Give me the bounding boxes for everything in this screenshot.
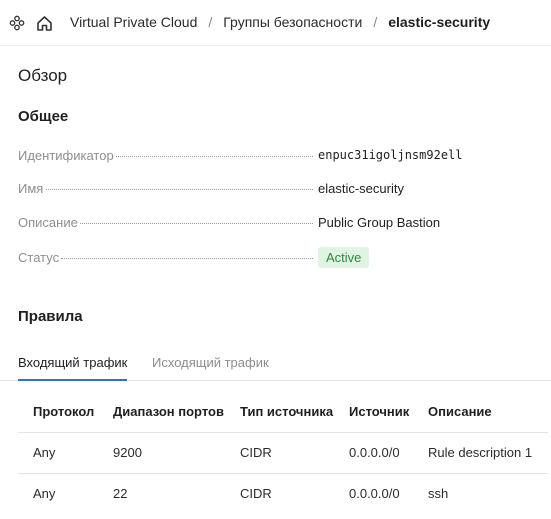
breadcrumb-separator: / <box>208 14 213 30</box>
property-row-name: Имя elastic-security <box>18 176 478 200</box>
property-value-name: elastic-security <box>318 180 404 196</box>
column-header-source[interactable]: Источник <box>334 391 413 433</box>
dotted-leader <box>61 258 313 259</box>
column-header-description[interactable]: Описание <box>413 391 548 433</box>
home-icon[interactable] <box>34 13 54 33</box>
property-value-description: Public Group Bastion <box>318 214 441 230</box>
dotted-leader <box>116 156 313 157</box>
services-icon[interactable] <box>7 13 27 33</box>
table-header-row: Протокол Диапазон портов Тип источника И… <box>18 391 548 433</box>
section-title-general: Общее <box>18 108 69 125</box>
status-badge: Active <box>318 246 370 268</box>
breadcrumb-security-groups[interactable]: Группы безопасности <box>223 14 362 30</box>
property-key: Имя <box>18 180 44 196</box>
section-title-rules: Правила <box>18 308 83 325</box>
cell-port-range: 9200 <box>98 432 225 474</box>
property-row-status: Статус Active <box>18 245 478 269</box>
property-key: Описание <box>18 214 78 230</box>
cell-source: 0.0.0.0/0 <box>334 432 413 474</box>
rules-table: Протокол Диапазон портов Тип источника И… <box>18 391 548 514</box>
property-value-status: Active <box>318 246 370 268</box>
cell-protocol: Any <box>18 432 98 474</box>
property-row-id: Идентификатор enpuc31igoljnsm92ell <box>18 143 478 167</box>
tab-ingress[interactable]: Входящий трафик <box>18 355 128 381</box>
breadcrumb: Virtual Private Cloud / Группы безопасно… <box>70 14 490 30</box>
breadcrumb-separator: / <box>373 14 378 30</box>
cell-source-type: CIDR <box>225 432 334 474</box>
rules-tabs: Входящий трафик Исходящий трафик <box>0 350 551 381</box>
dotted-leader <box>80 223 313 224</box>
tab-egress[interactable]: Исходящий трафик <box>152 355 269 381</box>
column-header-protocol[interactable]: Протокол <box>18 391 98 433</box>
property-value-id: enpuc31igoljnsm92ell <box>318 148 463 162</box>
property-key: Идентификатор <box>18 147 114 163</box>
page-title: Обзор <box>18 66 68 85</box>
column-header-port-range[interactable]: Диапазон портов <box>98 391 225 433</box>
cell-source-type: CIDR <box>240 486 272 502</box>
top-bar: Virtual Private Cloud / Группы безопасно… <box>0 0 551 46</box>
cell-port-range: 22 <box>113 486 128 502</box>
cell-source: 0.0.0.0/0 <box>349 486 400 502</box>
table-row[interactable]: Any 22 CIDR 0.0.0.0/0 ssh <box>18 473 548 514</box>
cell-description: ssh <box>428 486 449 502</box>
breadcrumb-vpc[interactable]: Virtual Private Cloud <box>70 14 197 30</box>
cell-protocol: Any <box>33 486 56 502</box>
property-row-description: Описание Public Group Bastion <box>18 210 478 234</box>
breadcrumb-current: elastic-security <box>388 14 491 30</box>
cell-description: Rule description 1 <box>413 432 548 474</box>
column-header-source-type[interactable]: Тип источника <box>225 391 334 433</box>
table-row[interactable]: Any 9200 CIDR 0.0.0.0/0 Rule description… <box>18 432 548 474</box>
property-key: Статус <box>18 249 60 265</box>
dotted-leader <box>46 189 313 190</box>
